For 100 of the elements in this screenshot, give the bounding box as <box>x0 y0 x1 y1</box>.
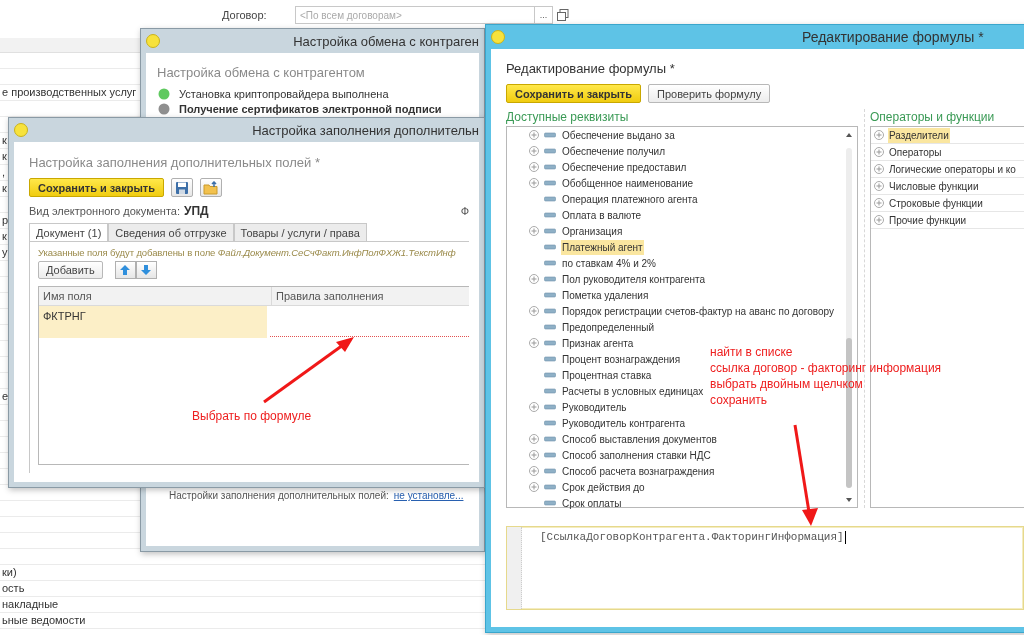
add-button[interactable]: Добавить <box>38 261 103 279</box>
list-item[interactable]: Прочие функции <box>888 212 968 228</box>
expand-icon <box>874 198 884 208</box>
attribute-icon <box>544 244 556 250</box>
tree-item[interactable]: Операция платежного агента <box>561 191 699 207</box>
tree-item[interactable]: Способ выставления документов <box>561 431 718 447</box>
tree-item[interactable]: Порядок регистрации счетов-фактур на аванс по договору <box>561 303 835 319</box>
tree-item[interactable]: Срок действия до <box>561 479 646 495</box>
formula-text: [СсылкаДоговорКонтрагента.ФакторингИнформация] <box>540 531 844 543</box>
copy-icon <box>556 8 570 22</box>
list-row-text: к <box>2 150 7 162</box>
tree-item[interactable]: Способ заполнения ставки НДС <box>561 447 712 463</box>
form-heading: Настройка обмена с контрагентом <box>157 65 366 80</box>
column-header[interactable]: Правила заполнения <box>272 287 469 305</box>
setting-label: Настройки заполнения дополнительных полей: <box>169 490 389 501</box>
tree-item[interactable]: Обобщенное наименование <box>561 175 695 191</box>
table-cell[interactable]: ФКТРНГ <box>39 306 267 338</box>
status-dot <box>158 87 170 100</box>
hint-text: Указанные поля будут добавлены в поле Файл.Документ.СеСчФакт.ИнфПолФХЖ1.ТекстИнф <box>38 247 456 258</box>
tree-item[interactable]: Пол руководителя контрагента <box>561 271 707 287</box>
column-header[interactable]: Имя поля <box>39 287 272 305</box>
attribute-icon <box>544 228 556 234</box>
setting-link[interactable]: не установле... <box>393 490 464 501</box>
tree-item[interactable]: Руководитель <box>561 399 628 415</box>
list-item[interactable]: Строковые функции <box>888 195 984 211</box>
contract-field[interactable]: <По всем договорам> <box>295 6 535 24</box>
attribute-icon <box>544 164 556 170</box>
status-dot <box>158 102 170 115</box>
save-button[interactable] <box>171 178 193 197</box>
expand-icon <box>874 130 884 140</box>
window-title: Настройка обмена с контраген <box>293 33 479 49</box>
attribute-icon <box>544 324 556 330</box>
tree-item[interactable]: Процентная ставка <box>561 367 653 383</box>
annotation-text: найти в списке ссылка договор - факторинг информация выбрать двойным щелчком сохранить <box>710 344 942 408</box>
window-title: Редактирование формулы * <box>802 29 984 45</box>
attribute-icon <box>544 276 556 282</box>
list-item[interactable]: Разделители <box>888 127 950 143</box>
tree-item[interactable]: Срок оплаты <box>561 495 623 511</box>
annotation-text: Выбрать по формуле <box>192 408 312 424</box>
tree-item[interactable]: по ставкам 4% и 2% <box>561 255 657 271</box>
tree-item[interactable]: Признак агента <box>561 335 635 351</box>
tree-item[interactable]: Процент вознаграждения <box>561 351 682 367</box>
attribute-icon <box>544 484 556 490</box>
list-row-text: е <box>2 390 9 402</box>
tree-item[interactable]: Предопределенный <box>561 319 656 335</box>
attribute-icon <box>544 212 556 218</box>
tree-item[interactable]: Обеспечение выдано за <box>561 127 676 143</box>
attribute-icon <box>544 500 556 506</box>
attribute-icon <box>544 372 556 378</box>
list-item[interactable]: Числовые функции <box>888 178 980 194</box>
tree-item[interactable]: Платежный агент <box>561 239 644 255</box>
move-down-button[interactable] <box>135 261 157 279</box>
window-circle-icon <box>14 123 28 137</box>
window-title: Настройка заполнения дополнительн <box>252 122 479 138</box>
window-circle-icon <box>146 34 160 48</box>
attribute-icon <box>544 180 556 186</box>
list-item[interactable]: Операторы <box>888 144 943 160</box>
tree-item[interactable]: Обеспечение получил <box>561 143 667 159</box>
tree-item[interactable]: Расчеты в условных единицах <box>561 383 705 399</box>
attribute-icon <box>544 420 556 426</box>
attribute-icon <box>544 340 556 346</box>
tree-item[interactable]: Способ расчета вознаграждения <box>561 463 716 479</box>
list-row-text: р <box>2 214 9 226</box>
field-label: Ф <box>460 205 469 217</box>
tree-item[interactable]: Оплата в валюте <box>561 207 643 223</box>
save-and-close-button[interactable]: Сохранить и закрыть <box>506 84 641 103</box>
section-title: Доступные реквизиты <box>506 109 630 125</box>
tree-item[interactable]: Организация <box>561 223 624 239</box>
attribute-icon <box>544 148 556 154</box>
field-label: Договор: <box>222 9 268 21</box>
expand-icon <box>874 215 884 225</box>
attribute-icon <box>544 452 556 458</box>
check-formula-button[interactable]: Проверить формулу <box>648 84 771 103</box>
up-arrow-icon <box>119 264 132 276</box>
attribute-icon <box>544 308 556 314</box>
open-button[interactable] <box>200 178 222 197</box>
tree-item[interactable]: Обеспечение предоставил <box>561 159 688 175</box>
list-row-text: к <box>2 134 7 146</box>
tab[interactable]: Документ (1) <box>29 223 109 241</box>
list-row-text: ость <box>2 582 25 594</box>
attribute-icon <box>544 468 556 474</box>
save-and-close-button[interactable]: Сохранить и закрыть <box>29 178 164 197</box>
select-button[interactable]: ... <box>535 6 553 24</box>
list-row-text: к <box>2 230 7 242</box>
list-row-text: у <box>2 246 8 258</box>
list-row-text: ьные ведомости <box>2 614 86 626</box>
list-item[interactable]: Логические операторы и ко <box>888 161 1017 177</box>
status-text: Установка криптопровайдера выполнена <box>179 87 389 100</box>
tree-item[interactable]: Руководитель контрагента <box>561 415 687 431</box>
form-heading: Настройка заполнения дополнительных полей * <box>29 155 322 170</box>
tab[interactable]: Товары / услуги / права <box>233 223 367 241</box>
window-circle-icon <box>491 30 505 44</box>
attribute-icon <box>544 132 556 138</box>
attribute-icon <box>544 436 556 442</box>
tab[interactable]: Сведения об отгрузке <box>108 223 234 241</box>
move-up-button[interactable] <box>114 261 136 279</box>
tree-item[interactable]: Пометка удаления <box>561 287 650 303</box>
attribute-icon <box>544 292 556 298</box>
expand-icon <box>874 164 884 174</box>
formula-editor[interactable]: [СсылкаДоговорКонтрагента.ФакторингИнформация] <box>506 526 1024 610</box>
